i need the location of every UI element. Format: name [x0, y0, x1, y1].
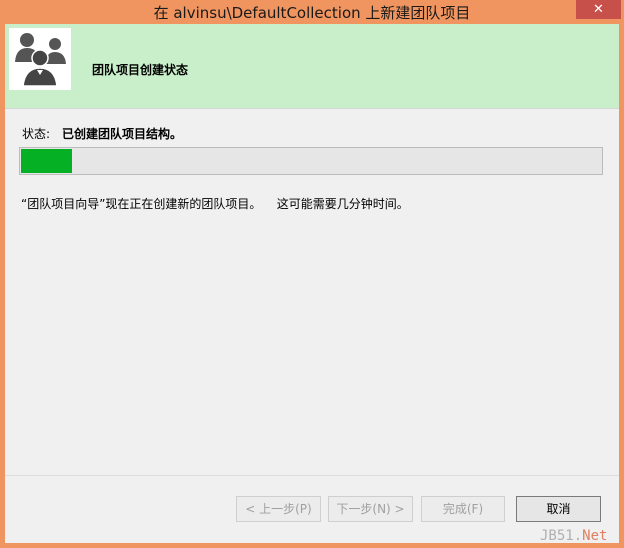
finish-button[interactable]: 完成(F): [421, 496, 505, 522]
wizard-description: “团队项目向导”现在正在创建新的团队项目。 这可能需要几分钟时间。: [21, 197, 409, 211]
next-button[interactable]: 下一步(N) >: [328, 496, 413, 522]
close-button[interactable]: ✕: [576, 0, 621, 19]
cancel-button[interactable]: 取消: [516, 496, 601, 522]
watermark-prefix: JB51.: [540, 528, 583, 544]
dialog-body: 团队项目创建状态 状态: 已创建团队项目结构。 “团队项目向导”现在正在创建新的…: [5, 24, 619, 543]
footer-divider: [5, 475, 619, 476]
window-title: 在 alvinsu\DefaultCollection 上新建团队项目: [153, 4, 471, 22]
watermark: JB51.Net: [540, 528, 607, 544]
progress-bar: [19, 147, 603, 175]
close-icon: ✕: [593, 2, 604, 17]
status-label: 状态:: [22, 127, 51, 141]
header-title: 团队项目创建状态: [92, 63, 189, 77]
watermark-suffix: Net: [582, 528, 608, 544]
title-bar[interactable]: 在 alvinsu\DefaultCollection 上新建团队项目 ? ✕: [0, 0, 624, 24]
team-people-icon: [9, 28, 71, 90]
progress-bar-fill: [21, 149, 73, 173]
status-value: 已创建团队项目结构。: [62, 127, 183, 141]
wizard-header: 团队项目创建状态: [5, 24, 619, 109]
back-button[interactable]: < 上一步(P): [236, 496, 321, 522]
